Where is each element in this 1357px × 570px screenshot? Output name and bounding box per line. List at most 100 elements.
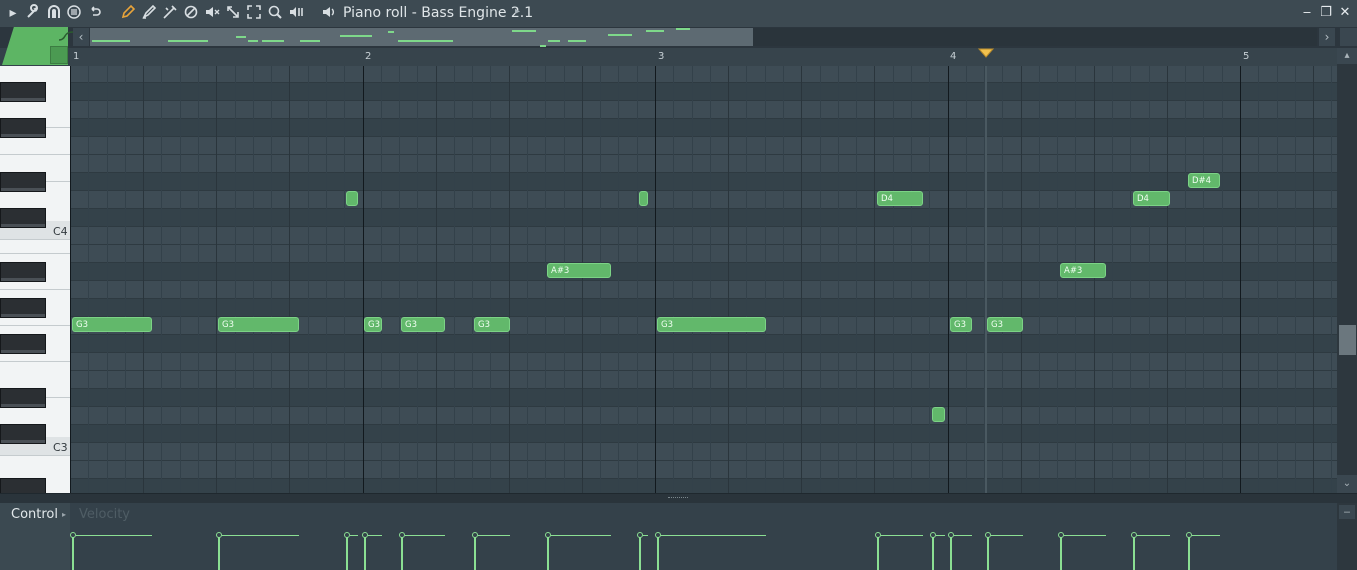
- grid-column-line: [326, 66, 327, 493]
- note[interactable]: G3: [218, 317, 299, 332]
- wrench-icon[interactable]: [24, 4, 42, 22]
- velocity-stem[interactable]: [657, 536, 659, 570]
- paint-brush-icon[interactable]: [140, 4, 158, 22]
- playback-tool-icon[interactable]: [287, 4, 305, 22]
- overview-track[interactable]: [753, 28, 1317, 46]
- velocity-stem[interactable]: [218, 536, 220, 570]
- key-divider: [0, 239, 70, 240]
- piano-black-key[interactable]: [0, 478, 46, 493]
- vertical-scroll-thumb[interactable]: [1339, 325, 1356, 355]
- grid-row-line: [70, 226, 1337, 227]
- piano-black-key[interactable]: [0, 388, 46, 408]
- note[interactable]: [932, 407, 945, 422]
- close-button[interactable]: ✕: [1336, 4, 1354, 22]
- grid-row-line: [70, 442, 1337, 443]
- velocity-length: [76, 535, 152, 536]
- note[interactable]: A#3: [547, 263, 611, 278]
- grid-column-line: [1149, 66, 1150, 493]
- speaker-icon[interactable]: [320, 4, 338, 22]
- timeline-ruler[interactable]: 1 2 3 4 5: [70, 48, 1337, 67]
- bar-number: 1: [73, 51, 80, 62]
- velocity-lane[interactable]: Velocity: [70, 503, 1337, 570]
- restore-button[interactable]: ❐: [1317, 4, 1335, 22]
- note[interactable]: G3: [474, 317, 510, 332]
- note[interactable]: G3: [364, 317, 382, 332]
- pitch-lane: [70, 280, 1337, 298]
- delete-icon[interactable]: [182, 4, 200, 22]
- title-chevron-icon[interactable]: ▸: [515, 6, 520, 17]
- control-label[interactable]: Control: [11, 507, 58, 522]
- velocity-stem[interactable]: [364, 536, 366, 570]
- velocity-stem[interactable]: [639, 536, 641, 570]
- scroll-down-button[interactable]: ⌄: [1337, 475, 1357, 493]
- note[interactable]: [346, 191, 358, 206]
- note[interactable]: A#3: [1060, 263, 1106, 278]
- undo-icon[interactable]: [86, 4, 104, 22]
- slip-icon[interactable]: [224, 4, 242, 22]
- note[interactable]: D#4: [1188, 173, 1220, 188]
- playback-icon[interactable]: [65, 4, 83, 22]
- grid-column-line: [911, 66, 912, 493]
- velocity-length: [368, 535, 382, 536]
- pitch-lane: [70, 100, 1337, 118]
- vertical-scrollbar[interactable]: [1337, 48, 1357, 493]
- note-grid[interactable]: G3 G3 G3 G3 G3 G3 G3 G3 A#3 A#3 D4 D4 D#…: [70, 66, 1337, 493]
- playhead-marker-icon[interactable]: [978, 48, 994, 58]
- slice-icon[interactable]: [161, 4, 179, 22]
- note[interactable]: G3: [401, 317, 445, 332]
- scroll-up-button[interactable]: ▴: [1337, 48, 1357, 64]
- grid-row-line: [70, 136, 1337, 137]
- velocity-stem[interactable]: [932, 536, 934, 570]
- velocity-stem[interactable]: [72, 536, 74, 570]
- note[interactable]: D4: [1133, 191, 1170, 206]
- note[interactable]: G3: [72, 317, 152, 332]
- velocity-stem[interactable]: [950, 536, 952, 570]
- piano-black-key[interactable]: [0, 208, 46, 228]
- piano-black-key[interactable]: [0, 262, 46, 282]
- velocity-stem[interactable]: [401, 536, 403, 570]
- collapse-button[interactable]: ‒: [1339, 505, 1355, 519]
- velocity-stem[interactable]: [346, 536, 348, 570]
- grid-column-line: [545, 66, 546, 493]
- velocity-stem[interactable]: [1188, 536, 1190, 570]
- key-divider: [0, 361, 70, 362]
- grid-row-line: [70, 208, 1337, 209]
- piano-black-key[interactable]: [0, 298, 46, 318]
- velocity-length: [1137, 535, 1170, 536]
- wave-icon: [59, 31, 73, 41]
- piano-keyboard[interactable]: C4 C3: [0, 66, 72, 493]
- pencil-icon[interactable]: [119, 4, 137, 22]
- velocity-stem[interactable]: [547, 536, 549, 570]
- minimize-button[interactable]: ‒: [1298, 4, 1316, 22]
- control-chevron-icon[interactable]: ▸: [62, 510, 66, 519]
- overview-scroll-right-button[interactable]: ›: [1319, 28, 1335, 46]
- piano-black-key[interactable]: [0, 334, 46, 354]
- velocity-length: [954, 535, 972, 536]
- velocity-length: [643, 535, 648, 536]
- piano-black-key[interactable]: [0, 118, 46, 138]
- velocity-stem[interactable]: [987, 536, 989, 570]
- splitter-grip-icon[interactable]: [668, 497, 688, 500]
- window-title[interactable]: Piano roll - Bass Engine 2.1: [343, 5, 533, 21]
- note[interactable]: G3: [657, 317, 766, 332]
- mute-icon[interactable]: [203, 4, 221, 22]
- select-icon[interactable]: [245, 4, 263, 22]
- piano-black-key[interactable]: [0, 82, 46, 102]
- note[interactable]: G3: [950, 317, 972, 332]
- grid-column-line: [801, 66, 802, 493]
- magnet-icon[interactable]: [45, 4, 63, 22]
- piano-black-key[interactable]: [0, 172, 46, 192]
- overview-note: [568, 40, 586, 42]
- note[interactable]: G3: [987, 317, 1023, 332]
- zoom-icon[interactable]: [266, 4, 284, 22]
- tool-tab-slot[interactable]: [50, 46, 68, 64]
- piano-black-key[interactable]: [0, 424, 46, 444]
- velocity-stem[interactable]: [877, 536, 879, 570]
- note[interactable]: [639, 191, 648, 206]
- overview-scroll-left-button[interactable]: ‹: [73, 28, 89, 46]
- velocity-stem[interactable]: [1060, 536, 1062, 570]
- options-arrow-icon[interactable]: ▸: [4, 4, 22, 22]
- velocity-stem[interactable]: [1133, 536, 1135, 570]
- note[interactable]: D4: [877, 191, 923, 206]
- velocity-stem[interactable]: [474, 536, 476, 570]
